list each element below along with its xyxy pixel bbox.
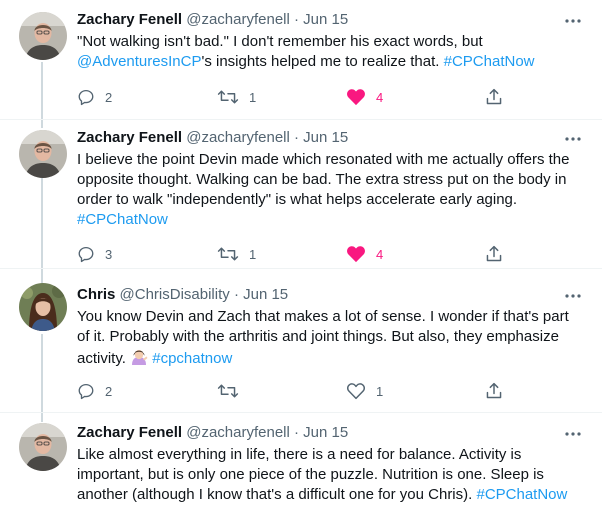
- display-name[interactable]: Zachary Fenell: [77, 129, 182, 146]
- tweet-text-line: "Not walking isn't bad." I don't remembe…: [77, 33, 483, 50]
- tweet-text: Like almost everything in life, there is…: [77, 445, 586, 505]
- avatar[interactable]: [19, 12, 67, 60]
- hashtag-link[interactable]: #cpchatnow: [152, 350, 232, 367]
- retweet-button[interactable]: 1: [217, 87, 256, 107]
- tweet-text-line: of it. Probably with the arthritis and j…: [77, 328, 559, 345]
- share-icon: [485, 245, 503, 263]
- retweet-button[interactable]: [217, 381, 249, 401]
- tweet-text-line: Like almost everything in life, there is…: [77, 446, 522, 463]
- reply-icon: [77, 245, 95, 263]
- tweet-date[interactable]: Jun 15: [303, 424, 348, 441]
- separator: ·: [294, 11, 299, 28]
- tweet-header: Chris @ChrisDisability · Jun 15: [77, 285, 586, 305]
- display-name[interactable]: Zachary Fenell: [77, 424, 182, 441]
- like-button[interactable]: 4: [346, 87, 383, 107]
- share-icon: [485, 382, 503, 400]
- tweet-text: I believe the point Devin made which res…: [77, 150, 586, 230]
- share-button[interactable]: [485, 381, 503, 401]
- tweet-actions: 2 1: [77, 381, 512, 401]
- more-icon[interactable]: [564, 132, 582, 144]
- avatar[interactable]: [19, 423, 67, 471]
- tweet-actions: 2 1 4: [77, 87, 512, 107]
- tweet-text-line: You know Devin and Zach that makes a lot…: [77, 308, 569, 325]
- avatar[interactable]: [19, 283, 67, 331]
- hashtag-link[interactable]: #CPChatNow: [444, 53, 535, 70]
- share-icon: [485, 88, 503, 106]
- retweet-icon: [217, 245, 239, 263]
- separator: ·: [294, 129, 299, 146]
- user-handle[interactable]: @zacharyfenell: [186, 424, 290, 441]
- retweet-icon: [217, 382, 239, 400]
- reply-button[interactable]: 2: [77, 87, 112, 107]
- tweet[interactable]: Zachary Fenell @zacharyfenell · Jun 15 L…: [0, 413, 602, 524]
- retweet-button[interactable]: 1: [217, 244, 256, 264]
- tweet-date[interactable]: Jun 15: [303, 11, 348, 28]
- user-handle[interactable]: @zacharyfenell: [186, 129, 290, 146]
- retweet-count: 1: [249, 246, 257, 262]
- share-button[interactable]: [485, 87, 503, 107]
- woman-tipping-hand-emoji: [130, 347, 148, 371]
- retweet-icon: [217, 88, 239, 106]
- reply-count: 2: [105, 383, 113, 399]
- tweet[interactable]: Chris @ChrisDisability · Jun 15 You know…: [0, 269, 602, 413]
- like-count: 4: [376, 246, 384, 262]
- separator: ·: [233, 286, 239, 303]
- like-button[interactable]: 1: [346, 381, 383, 401]
- tweet-text-line: I believe the point Devin made which res…: [77, 151, 570, 168]
- reply-icon: [77, 88, 95, 106]
- display-name[interactable]: Chris: [77, 286, 115, 303]
- tweet-header: Zachary Fenell @zacharyfenell · Jun 15: [77, 10, 586, 30]
- hashtag-link[interactable]: #CPChatNow: [77, 211, 168, 228]
- tweet-text-line: activity.: [77, 350, 126, 367]
- like-count: 1: [376, 383, 384, 399]
- tweet-text-line: important, but is only one piece of the …: [77, 466, 544, 483]
- tweet[interactable]: Zachary Fenell @zacharyfenell · Jun 15 I…: [0, 120, 602, 268]
- tweet-text: You know Devin and Zach that makes a lot…: [77, 307, 586, 371]
- avatar[interactable]: [19, 130, 67, 178]
- tweet-text-line: order to walk "independently" is what he…: [77, 191, 518, 208]
- reply-count: 2: [105, 89, 113, 105]
- mention-link[interactable]: @AdventuresInCP: [77, 53, 201, 70]
- tweet-date[interactable]: Jun 15: [243, 286, 288, 303]
- tweet-text-line: opposite thought. Walking can be bad. Th…: [77, 171, 567, 188]
- hashtag-link[interactable]: #CPChatNow: [476, 486, 567, 503]
- more-icon[interactable]: [564, 289, 582, 301]
- tweet-text-line: another (although I know that's a diffic…: [77, 486, 473, 503]
- heart-icon: [346, 245, 366, 263]
- separator: ·: [294, 424, 299, 441]
- more-icon[interactable]: [564, 427, 582, 439]
- tweet-text-line: 's insights helped me to realize that.: [201, 53, 440, 70]
- tweet[interactable]: Zachary Fenell @zacharyfenell · Jun 15 "…: [0, 0, 602, 120]
- reply-icon: [77, 382, 95, 400]
- tweet-text: "Not walking isn't bad." I don't remembe…: [77, 32, 586, 72]
- user-handle[interactable]: @ChrisDisability: [120, 286, 230, 303]
- share-button[interactable]: [485, 244, 503, 264]
- retweet-count: 1: [249, 89, 257, 105]
- user-handle[interactable]: @zacharyfenell: [186, 11, 290, 28]
- display-name[interactable]: Zachary Fenell: [77, 11, 182, 28]
- reply-count: 3: [105, 246, 113, 262]
- tweet-header: Zachary Fenell @zacharyfenell · Jun 15: [77, 423, 586, 443]
- heart-icon: [346, 88, 366, 106]
- like-button[interactable]: 4: [346, 244, 383, 264]
- reply-button[interactable]: 2: [77, 381, 112, 401]
- reply-button[interactable]: 3: [77, 244, 112, 264]
- like-count: 4: [376, 89, 384, 105]
- more-icon[interactable]: [564, 14, 582, 26]
- tweet-actions: 3 1 4: [77, 244, 512, 264]
- tweet-header: Zachary Fenell @zacharyfenell · Jun 15: [77, 128, 586, 148]
- heart-icon: [346, 382, 366, 400]
- tweet-date[interactable]: Jun 15: [303, 129, 348, 146]
